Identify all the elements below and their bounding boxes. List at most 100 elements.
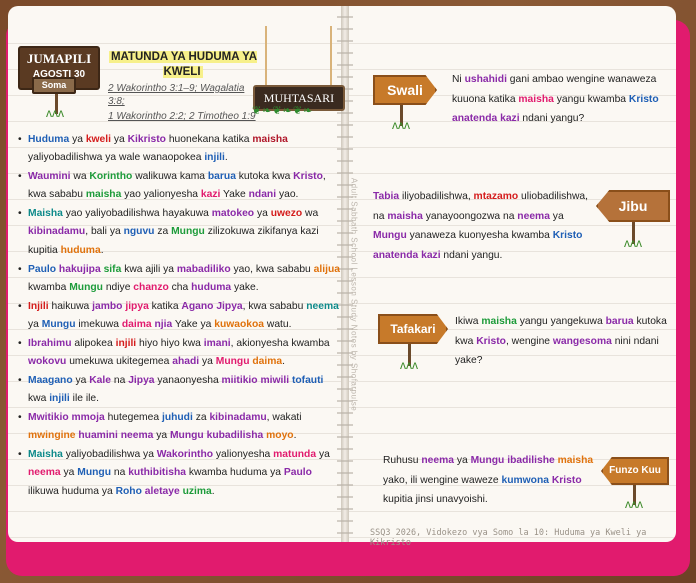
keyword: njia xyxy=(154,318,173,330)
text-run: ya xyxy=(316,449,330,461)
text-run: , wengine xyxy=(505,335,553,347)
keyword: barua xyxy=(207,171,236,183)
keyword: kazi xyxy=(500,113,520,124)
summary-point: Paulo hakujipa sifa kwa ajili ya mabadil… xyxy=(18,261,340,298)
keyword: kibinadamu xyxy=(209,411,267,423)
keyword: Kikristo xyxy=(127,134,166,145)
text-run: yalionyesha xyxy=(213,449,274,461)
text-run: . xyxy=(100,244,104,256)
reflection-sign: Tafakari xyxy=(378,314,448,344)
text-run: iliyobadilishwa, xyxy=(399,191,474,202)
text-run: imekuwa xyxy=(75,318,122,330)
text-run: yake. xyxy=(231,281,259,293)
text-run: katika xyxy=(148,300,182,312)
summary-point: Injili haikuwa jambo jipya katika Agano … xyxy=(18,298,340,335)
keyword: huduma xyxy=(60,244,101,256)
keyword: Kristo xyxy=(293,171,323,183)
summary-point: Huduma ya kweli ya Kikristo huonekana ka… xyxy=(18,131,340,168)
text-run: yaliyobadilishwa ya wale wanaopokea xyxy=(28,152,205,164)
keyword: kazi xyxy=(200,189,221,201)
keyword: kumwona xyxy=(501,474,549,486)
summary-point: Maagano ya Kale na Jipya yanaonyesha mii… xyxy=(18,372,340,409)
keyword: Mungu xyxy=(215,356,250,368)
text-run: ya xyxy=(153,430,170,442)
text-run: kupitia jinsi unavyoishi. xyxy=(383,494,488,505)
summary-point: Maisha yao yaliyobadilishwa hayakuwa mat… xyxy=(18,205,340,260)
keyword: neema xyxy=(28,467,61,479)
keyword: imani xyxy=(203,337,231,349)
keyword: ahadi xyxy=(172,356,200,368)
leaves-icon: ❦❧❦❧❦❧ xyxy=(252,105,314,117)
keyword: Paulo xyxy=(28,263,57,275)
text-run: Ni xyxy=(452,74,465,85)
keyword: Korintho xyxy=(89,171,133,183)
keyword: matunda xyxy=(273,449,317,461)
keyword: Mungu xyxy=(171,226,205,238)
keyword: anatenda xyxy=(452,113,498,124)
text-run: na xyxy=(111,467,129,479)
keyword: Maisha xyxy=(28,449,63,461)
text-run: ya xyxy=(199,356,216,368)
keyword: uzima xyxy=(182,485,212,497)
keyword: neema xyxy=(421,455,454,466)
grass-icon: ᴧᴧᴧ xyxy=(400,358,418,372)
text-run: haikuwa xyxy=(48,300,93,312)
keyword: Huduma xyxy=(28,134,70,145)
keyword: neema xyxy=(517,210,550,222)
answer-text: Tabia iliyobadilishwa, mtazamo uliobadil… xyxy=(373,187,598,265)
text-run: za xyxy=(192,411,210,423)
text-run: kwamba huduma ya xyxy=(185,467,284,479)
text-run: yako, ili wengine waweze xyxy=(383,474,502,486)
lesson-title-text: MATUNDA YA HUDUMA YA KWELI xyxy=(108,51,258,78)
text-run: yanayoongozwa na xyxy=(422,210,518,222)
keyword: Kristo xyxy=(476,335,506,347)
summary-point: Mwitikio mmoja hutegemea juhudi za kibin… xyxy=(18,409,340,446)
keyword: mabadiliko xyxy=(176,263,231,275)
text-run: yaliyobadilishwa ya xyxy=(62,449,157,461)
text-run: ilikuwa huduma ya xyxy=(28,485,116,497)
text-run: . xyxy=(293,430,297,442)
keyword: moyo xyxy=(266,430,294,442)
grass-icon: ᴧᴧᴧ xyxy=(392,118,410,132)
keyword: nguvu xyxy=(123,226,155,238)
keyword: kweli xyxy=(85,134,111,145)
keyword: mtazamo xyxy=(473,191,519,202)
key-lesson-sign: Funzo Kuu xyxy=(601,457,669,485)
text-run: watu. xyxy=(264,318,292,330)
keyword: anatenda xyxy=(373,249,419,261)
keyword: uwezo xyxy=(270,208,303,220)
sign-rope-left xyxy=(265,26,267,86)
text-run: ya xyxy=(549,210,564,222)
text-run: umekuwa ukitegemea xyxy=(66,356,173,368)
keyword: ibadilishe xyxy=(507,455,555,466)
text-run: kwa xyxy=(28,393,50,405)
scripture-refs-2: 1 Wakorintho 2:2; 2 Timotheo 1:9 xyxy=(108,111,256,122)
text-run: yao yalionyesha xyxy=(121,189,201,201)
grass-icon: ᴧᴧᴧ xyxy=(624,236,642,250)
keyword: Maisha xyxy=(28,208,63,220)
keyword: huamini xyxy=(78,430,118,442)
text-run: wa xyxy=(302,208,319,220)
keyword: jipya xyxy=(125,300,149,312)
keyword: miwili xyxy=(260,374,290,386)
keyword: matokeo xyxy=(211,208,255,220)
reflection-text: Ikiwa maisha yangu yangekuwa barua kutok… xyxy=(455,312,675,371)
text-run: Ruhusu xyxy=(383,455,422,466)
summary-point: Maisha yaliyobadilishwa ya Wakorintho ya… xyxy=(18,446,340,501)
keyword: injili xyxy=(204,152,225,164)
keyword: Roho xyxy=(115,485,142,497)
keyword: alijua xyxy=(313,263,340,275)
text-run: Yake ya xyxy=(172,318,215,330)
grass-icon: ᴧᴧᴧ xyxy=(46,106,64,120)
keyword: Paulo xyxy=(283,467,312,479)
keyword: Jipya xyxy=(128,374,155,386)
text-run: , kwa sababu xyxy=(242,300,307,312)
key-lesson-text: Ruhusu neema ya Mungu ibadilishe maisha … xyxy=(383,451,595,510)
keyword: maisha xyxy=(518,93,554,105)
keyword: daima xyxy=(252,356,283,368)
text-run: hutegemea xyxy=(104,411,162,423)
text-run: walikuwa kama xyxy=(132,171,208,183)
keyword: neema xyxy=(306,300,339,312)
keyword: Kristo xyxy=(551,474,582,486)
keyword: sifa xyxy=(103,263,122,275)
